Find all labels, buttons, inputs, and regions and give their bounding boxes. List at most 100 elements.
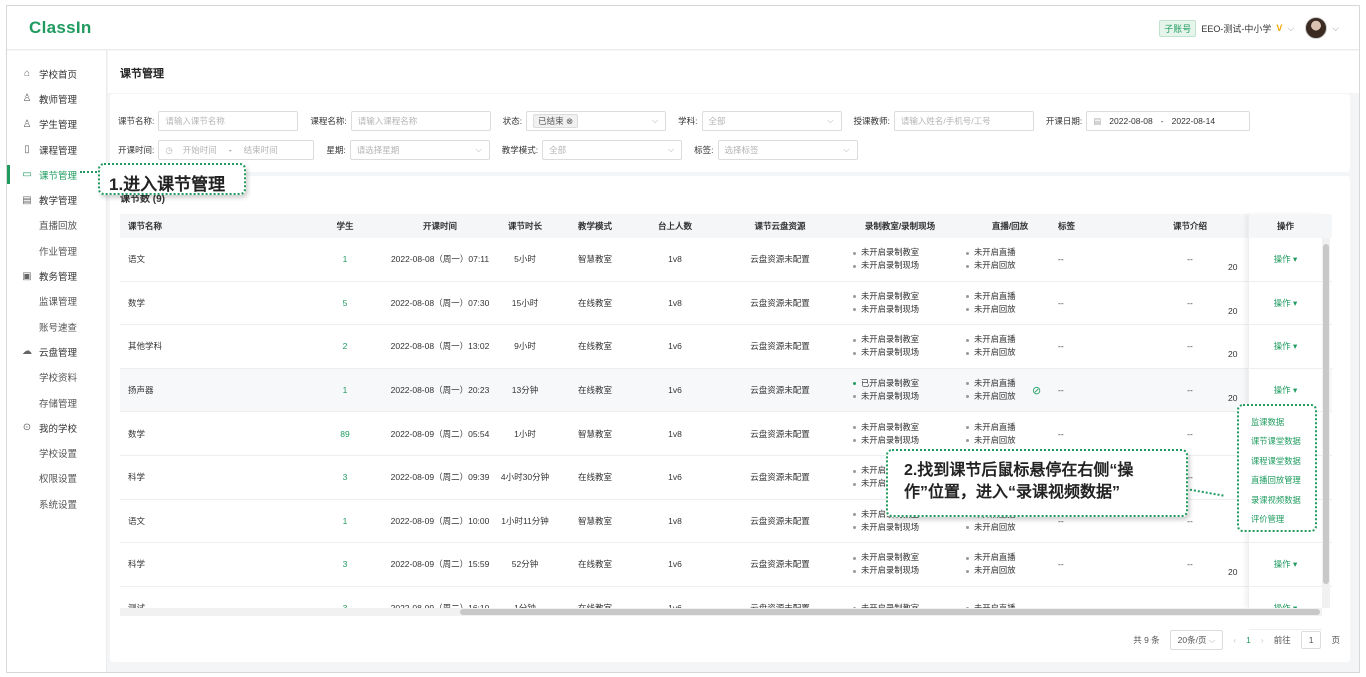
record-status-text: 未开启录制教室: [861, 247, 920, 258]
cloud-resource: 云盘资源未配置: [750, 385, 810, 396]
op-menu-item[interactable]: 课程课堂数据: [1239, 451, 1315, 471]
header-record: 录制教室/录制现场: [864, 221, 936, 231]
lesson-icon: ▭: [22, 169, 32, 181]
time-range-picker[interactable]: ◷ 开始时间 - 结束时间: [158, 140, 315, 160]
lesson-duration: 1小时: [514, 428, 536, 439]
sidebar-item[interactable]: ▯ 课程管理: [7, 137, 106, 162]
sidebar-item[interactable]: ▤ 教学管理: [7, 187, 106, 212]
op-menu-item[interactable]: 评价管理: [1239, 510, 1315, 530]
sub-account-badge: 子账号: [1159, 19, 1197, 37]
status-dot: [853, 251, 856, 255]
prev-page-button[interactable]: ‹: [1233, 635, 1236, 645]
lesson-name-input[interactable]: 请输入课节名称: [158, 111, 299, 131]
goto-input[interactable]: 1: [1300, 631, 1322, 649]
op-menu-item[interactable]: 监课数据: [1239, 412, 1315, 432]
scroll-thumb[interactable]: [460, 609, 1320, 615]
weekday-label: 星期:: [326, 145, 346, 155]
record-status-text: 未开启录制教室: [861, 334, 920, 345]
sidebar-item-label: 课节管理: [39, 170, 78, 182]
table-row[interactable]: 其他学科 2 2022-08-08（周一）13:02 9小时 在线教室 1v6 云盘资源未配…: [120, 325, 1332, 369]
date-range-picker[interactable]: ▤ 2022-08-08-2022-08-14: [1086, 111, 1251, 131]
scroll-thumb[interactable]: [1323, 244, 1329, 584]
avatar[interactable]: [1305, 17, 1328, 39]
classin-logo[interactable]: ClassIn: [29, 18, 92, 38]
account-area[interactable]: 子账号 EEO-测试-中小学 V ⌵ ⌵: [1159, 17, 1339, 39]
sidebar-item[interactable]: ⌂ 学校首页: [7, 61, 106, 86]
status-dot: [966, 338, 969, 342]
op-menu-item[interactable]: 直播回放管理: [1239, 471, 1315, 491]
live-status: 未开启直播未开启回放: [966, 238, 1016, 281]
page-size-select[interactable]: 20条/页 ⌵: [1169, 630, 1224, 650]
date-label: 开课日期:: [1045, 116, 1083, 126]
sidebar-item[interactable]: ☁ 云盘管理: [7, 339, 106, 364]
sidebar-item[interactable]: ♙ 学生管理: [7, 112, 106, 137]
horizontal-scrollbar[interactable]: [120, 608, 1322, 616]
lesson-duration: 1小时11分钟: [501, 515, 549, 526]
op-button[interactable]: 操作 ▾: [1249, 238, 1322, 282]
live-status-text: 未开启回放: [974, 434, 1016, 445]
sidebar-item-label: 存储管理: [39, 398, 78, 410]
link-icon[interactable]: ⊘: [1032, 369, 1041, 412]
vertical-scrollbar[interactable]: [1322, 238, 1330, 608]
sidebar-item[interactable]: ▭ 课节管理: [7, 162, 106, 187]
goto-label: 前往: [1273, 635, 1291, 645]
sidebar-item[interactable]: 权限设置: [7, 466, 106, 491]
chevron-down-icon[interactable]: ⌵: [1287, 23, 1294, 34]
record-status-text: 未开启录制现场: [861, 260, 920, 271]
sidebar-item[interactable]: 作业管理: [7, 238, 106, 263]
op-button[interactable]: 操作 ▾: [1249, 282, 1322, 326]
course-name-label: 课程名称:: [310, 116, 347, 126]
status-tag[interactable]: 已结束 ⊗: [533, 114, 579, 128]
next-page-button[interactable]: ›: [1261, 635, 1264, 645]
onstage-count: 1v6: [668, 559, 682, 570]
sidebar-item[interactable]: ⊙ 我的学校: [7, 415, 106, 440]
live-status-text: 未开启回放: [974, 391, 1016, 402]
course-name-input[interactable]: 请输入课程名称: [350, 111, 491, 131]
cloud-resource: 云盘资源未配置: [750, 472, 810, 483]
teaching-mode: 智慧教室: [577, 515, 612, 526]
subject-label: 学科:: [678, 116, 698, 126]
mode-select[interactable]: 全部 ⌵: [542, 140, 683, 160]
lesson-name: 测试: [128, 587, 145, 608]
chevron-down-icon[interactable]: ⌵: [1332, 23, 1339, 34]
table-row[interactable]: 科学 3 2022-08-09（周二）15:59 52分钟 在线教室 1v6 云盘资源未配置…: [120, 543, 1332, 587]
sidebar-item[interactable]: 监课管理: [7, 289, 106, 314]
record-status-text: 未开启录制现场: [861, 434, 920, 445]
lesson-time: 2022-08-09（周二）15:59: [390, 559, 490, 570]
sidebar-item[interactable]: 存储管理: [7, 390, 106, 415]
record-status: 未开启录制教室未开启录制现场: [853, 282, 919, 325]
weekday-select[interactable]: 请选择星期 ⌵: [349, 140, 490, 160]
cloud-resource: 云盘资源未配置: [750, 559, 810, 570]
status-select[interactable]: 已结束 ⊗ ⌵: [526, 111, 667, 131]
sidebar-item[interactable]: 学校设置: [7, 440, 106, 465]
chevron-down-icon: ⌵: [668, 145, 675, 154]
status-dot: [966, 382, 969, 386]
sidebar-item[interactable]: ♙ 教师管理: [7, 86, 106, 111]
op-button[interactable]: 操作 ▾: [1249, 325, 1322, 369]
table-row[interactable]: 语文 1 2022-08-08（周一）07:11 5小时 智慧教室 1v8 云盘资源未配置未…: [120, 238, 1332, 282]
op-button[interactable]: 操作 ▾: [1249, 543, 1322, 587]
sidebar-item[interactable]: ▣ 教务管理: [7, 263, 106, 288]
tag-select[interactable]: 选择标签 ⌵: [717, 140, 858, 160]
sidebar-item-label: 学校资料: [39, 373, 78, 385]
teacher-input[interactable]: 请输入姓名/手机号/工号: [893, 111, 1034, 131]
table-row[interactable]: 扬声器 1 2022-08-08（周一）20:23 13分钟 在线教室 1v6 云盘资源未配…: [120, 368, 1332, 413]
subject-select[interactable]: 全部 ⌵: [701, 111, 842, 131]
sidebar-item[interactable]: 学校资料: [7, 365, 106, 390]
teaching-mode: 在线教室: [577, 559, 612, 570]
sidebar-item-label: 学校设置: [39, 449, 78, 461]
table-row[interactable]: 数学 5 2022-08-08（周一）07:30 15小时 在线教室 1v8 云盘资源未配置…: [120, 281, 1332, 326]
op-menu-item[interactable]: 录课视频数据: [1239, 490, 1315, 510]
table-row[interactable]: 测试32022-08-09（周二）16:101分钟在线教室1v6云盘资源未配置未…: [120, 586, 1332, 608]
op-menu-item[interactable]: 课节课堂数据: [1239, 432, 1315, 452]
sidebar-item[interactable]: 系统设置: [7, 491, 106, 516]
callout-step2-line1: 2.找到课节后鼠标悬停在右侧“操: [904, 462, 1134, 479]
account-name[interactable]: EEO-测试-中小学: [1201, 22, 1271, 35]
sidebar-item-label: 教师管理: [39, 94, 78, 106]
status-dot: [966, 526, 969, 530]
page-number[interactable]: 1: [1246, 635, 1251, 645]
sidebar-item[interactable]: 账号速查: [7, 314, 106, 339]
record-status-text: 未开启录制现场: [861, 565, 920, 576]
live-status-text: 未开启直播: [974, 290, 1016, 301]
sidebar-item[interactable]: 直播回放: [7, 213, 106, 238]
